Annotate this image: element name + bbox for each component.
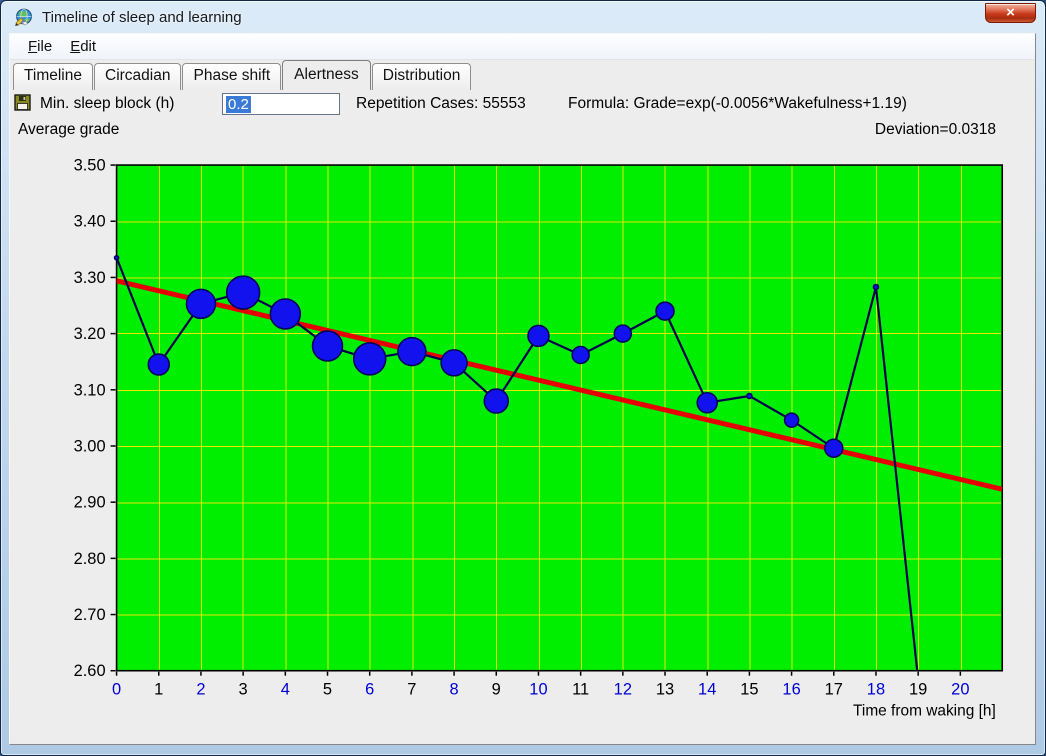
app-window: Timeline of sleep and learning × File Ed… xyxy=(0,0,1046,756)
tab-circadian[interactable]: Circadian xyxy=(94,63,181,90)
deviation-label: Deviation=0.0318 xyxy=(875,119,996,141)
tab-phase-shift[interactable]: Phase shift xyxy=(182,63,281,90)
tab-alertness[interactable]: Alertness xyxy=(282,60,371,90)
menu-bar: File Edit xyxy=(10,34,1035,60)
app-icon xyxy=(14,8,33,27)
menu-item-edit[interactable]: Edit xyxy=(61,36,105,57)
title-bar: Timeline of sleep and learning × xyxy=(1,1,1045,33)
window-title: Timeline of sleep and learning xyxy=(42,9,242,26)
screen: { "window": { "title": "Timeline of slee… xyxy=(0,0,1046,756)
repetition-cases-label: Repetition Cases: 55553 xyxy=(356,93,526,115)
close-button[interactable]: × xyxy=(985,3,1036,23)
save-button[interactable] xyxy=(14,94,31,111)
window-content: File Edit Timeline Circadian Phase shift… xyxy=(9,33,1036,745)
floppy-disk-icon xyxy=(15,95,30,110)
formula-label: Formula: Grade=exp(-0.0056*Wakefulness+1… xyxy=(568,93,907,115)
tab-timeline[interactable]: Timeline xyxy=(13,63,93,90)
tab-distribution[interactable]: Distribution xyxy=(372,63,472,90)
menu-item-file[interactable]: File xyxy=(19,36,61,57)
min-sleep-input[interactable]: 0.2 xyxy=(222,93,340,115)
min-sleep-value: 0.2 xyxy=(226,96,251,113)
min-sleep-label: Min. sleep block (h) xyxy=(40,93,174,115)
y-axis-title: Average grade xyxy=(18,119,119,141)
tab-bar: Timeline Circadian Phase shift Alertness… xyxy=(10,60,1035,90)
